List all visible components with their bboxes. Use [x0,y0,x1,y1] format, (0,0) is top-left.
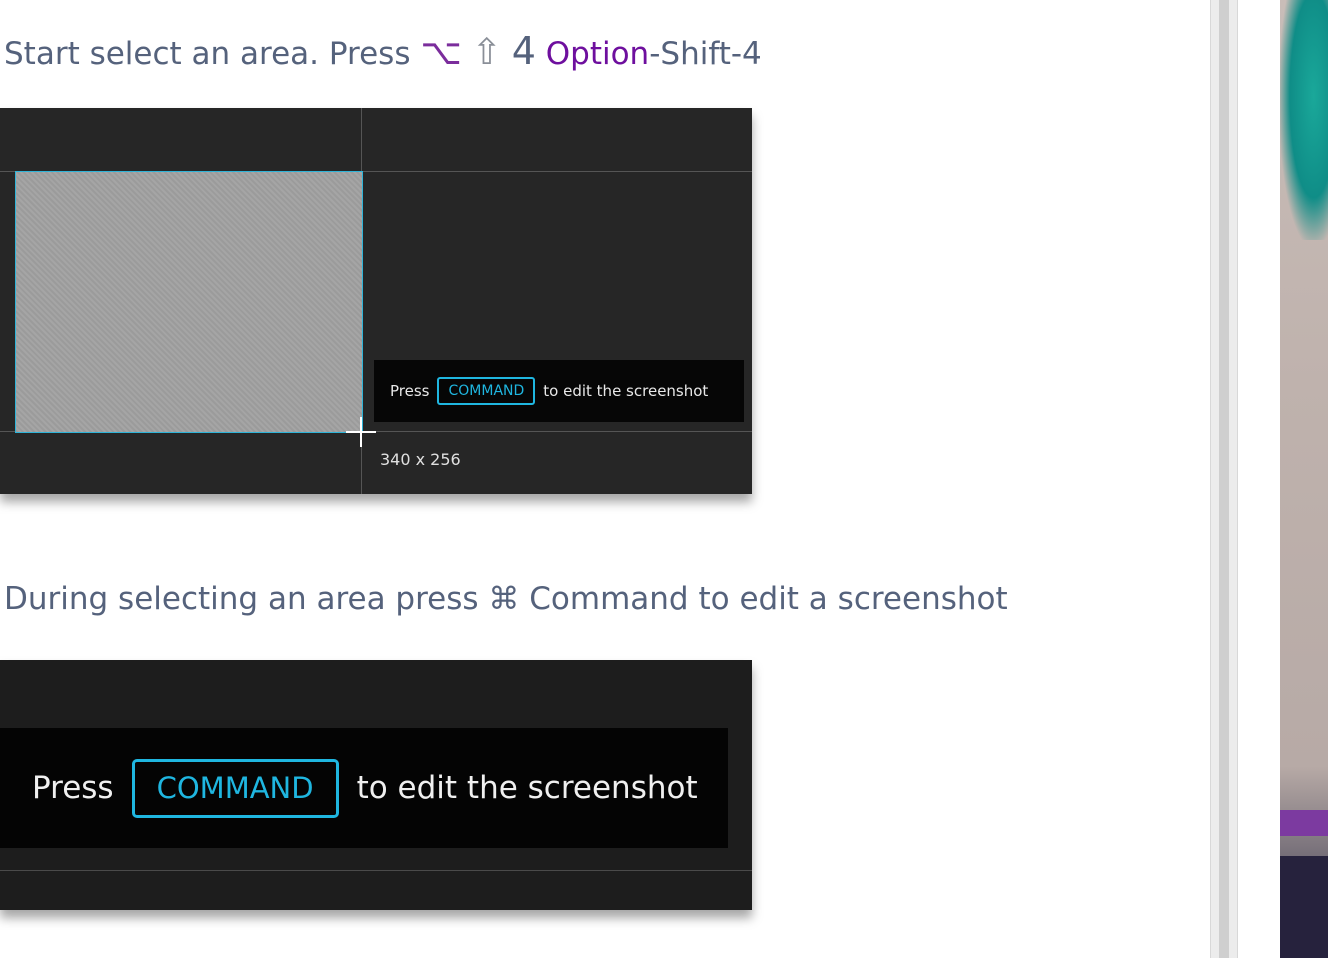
step-2-instruction: During selecting an area press ⌘ Command… [4,584,1008,615]
scrollbar-thumb[interactable] [1219,0,1229,958]
hint-after-text: to edit the screenshot [356,770,698,806]
edit-hint-bar-large: Press COMMAND to edit the screenshot [0,728,728,848]
command-key-badge: COMMAND [437,377,536,405]
command-key-badge: COMMAND [131,758,339,818]
wallpaper-shape [1280,0,1328,240]
step-1-text: Start select an area. Press [4,36,411,72]
screenshot-edit-hint: Press COMMAND to edit the screenshot [0,660,752,910]
hint-after-text: to edit the screenshot [543,382,709,400]
grid-line [0,870,752,871]
command-key-icon: ⌘ [488,581,520,617]
crosshair-icon [360,417,362,447]
shortcut-suffix: -Shift-4 [649,36,762,72]
hint-press-text: Press [32,770,114,806]
option-link[interactable]: Option [546,36,649,72]
main-content: Start select an area. Press ⌥ ⇧ 4 Option… [0,0,1210,958]
wallpaper-shape [1280,856,1328,958]
shift-key-icon: ⇧ [471,32,502,73]
screenshot-area-selection: Press COMMAND to edit the screenshot 340… [0,108,752,494]
selection-size-label: 340 x 256 [380,450,461,469]
step-1-instruction: Start select an area. Press ⌥ ⇧ 4 Option… [4,32,762,71]
step-2-text-before: During selecting an area press [4,581,479,617]
hint-press-text: Press [390,382,430,400]
selection-rectangle [15,171,363,433]
background-wallpaper-strip [1280,0,1328,958]
edit-hint-bar: Press COMMAND to edit the screenshot [374,360,744,422]
vertical-scrollbar[interactable] [1210,0,1238,958]
step-2-text-after: Command to edit a screenshot [529,581,1008,617]
option-key-icon: ⌥ [420,32,462,73]
digit-key: 4 [511,29,536,73]
wallpaper-shape [1280,810,1328,836]
